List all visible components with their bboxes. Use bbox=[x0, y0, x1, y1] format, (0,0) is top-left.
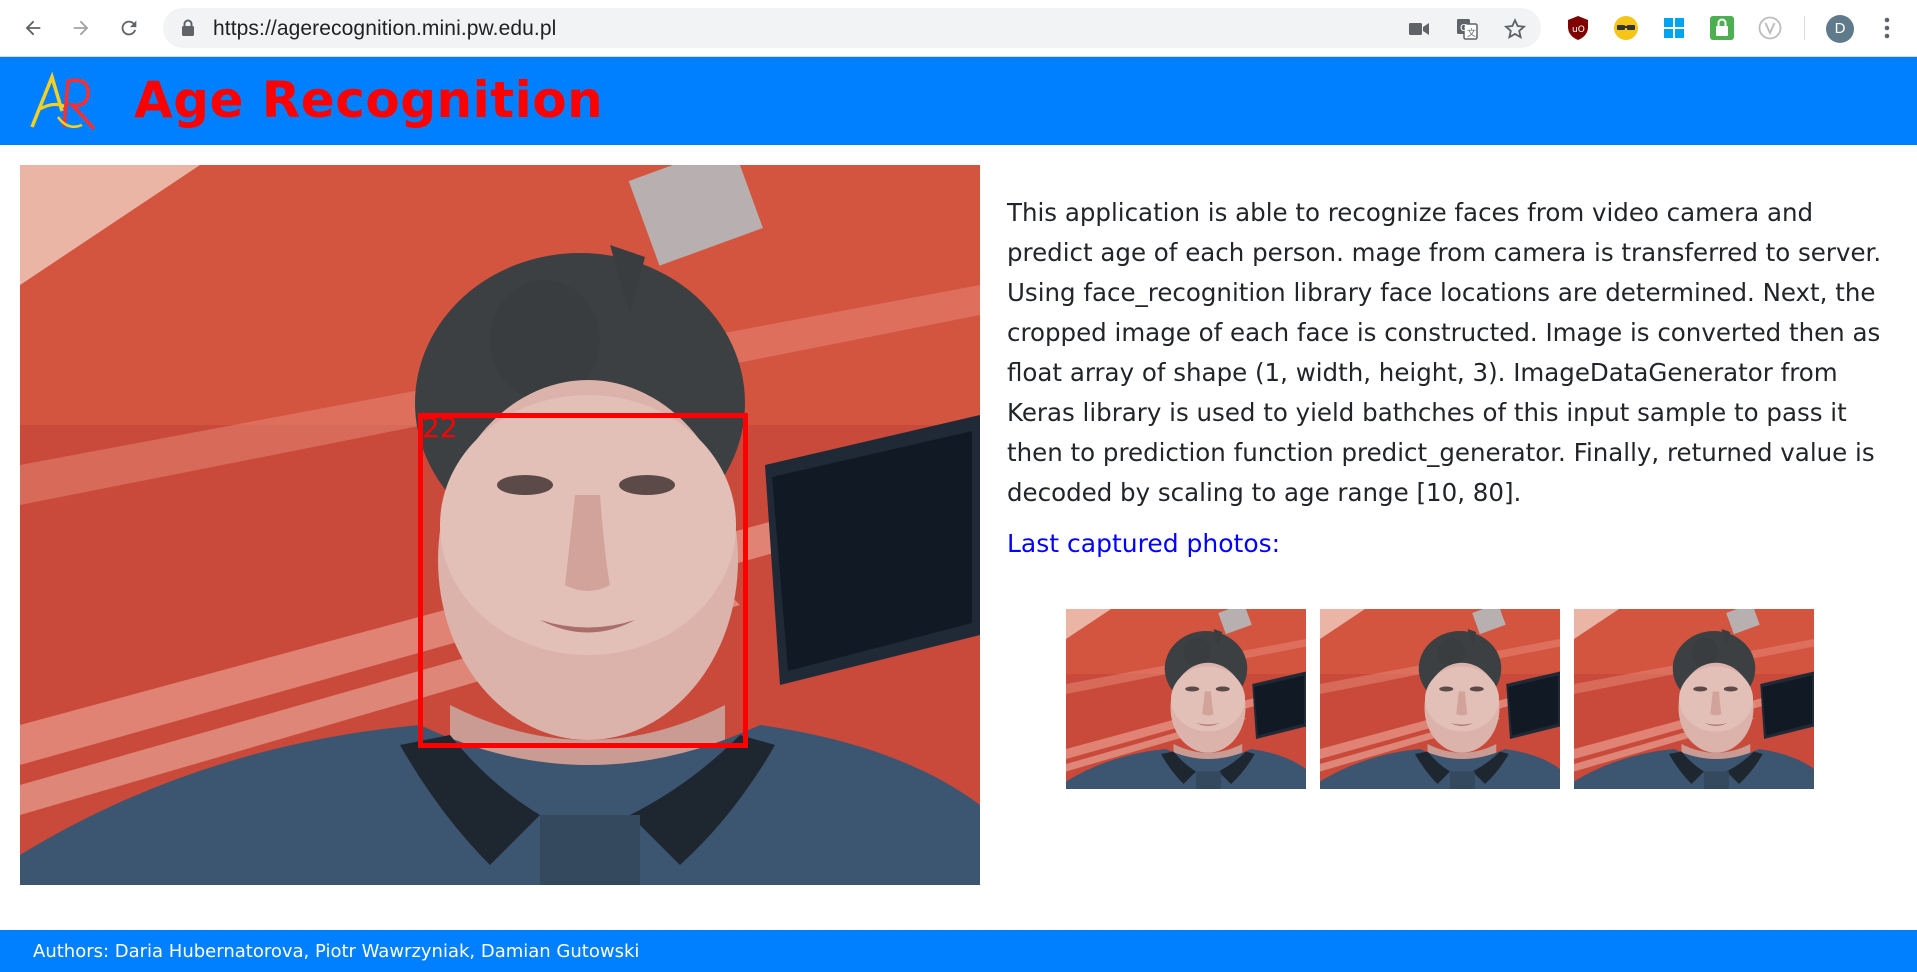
lock-icon[interactable] bbox=[181, 19, 195, 42]
translate-icon[interactable]: G文 bbox=[1455, 17, 1479, 41]
svg-text:文: 文 bbox=[1467, 27, 1476, 39]
menu-dots-icon[interactable] bbox=[1877, 14, 1897, 42]
back-arrow-icon[interactable] bbox=[18, 13, 48, 43]
reload-icon[interactable] bbox=[114, 13, 144, 43]
browser-toolbar: https://agerecognition.mini.pw.edu.pl G文… bbox=[0, 0, 1917, 57]
camera-feed: 22 bbox=[20, 165, 980, 885]
authors-text: Authors: Daria Hubernatorova, Piotr Wawr… bbox=[33, 941, 640, 962]
face-bounding-box bbox=[418, 413, 748, 748]
site-footer: Authors: Daria Hubernatorova, Piotr Wawr… bbox=[0, 930, 1917, 972]
captured-photo-thumbnail[interactable] bbox=[1066, 609, 1306, 789]
windows-extension-icon[interactable] bbox=[1660, 14, 1688, 42]
star-icon[interactable] bbox=[1503, 17, 1527, 41]
site-header: Age Recognition bbox=[0, 57, 1917, 145]
glasses-extension-icon[interactable] bbox=[1612, 14, 1640, 42]
ar-logo[interactable] bbox=[28, 71, 100, 135]
svg-text:uO: uO bbox=[1572, 25, 1585, 35]
v-extension-icon[interactable] bbox=[1756, 14, 1784, 42]
toolbar-divider bbox=[1804, 16, 1805, 40]
url-text[interactable]: https://agerecognition.mini.pw.edu.pl bbox=[213, 17, 556, 41]
camera-icon[interactable] bbox=[1407, 17, 1431, 41]
captured-photo-thumbnail[interactable] bbox=[1320, 609, 1560, 789]
site-title: Age Recognition bbox=[134, 71, 604, 129]
predicted-age-label: 22 bbox=[422, 411, 458, 444]
app-description: This application is able to recognize fa… bbox=[1007, 198, 1882, 507]
ublock-icon[interactable]: uO bbox=[1564, 14, 1592, 42]
captured-photo-thumbnail[interactable] bbox=[1574, 609, 1814, 789]
last-captured-photos-link[interactable]: Last captured photos: bbox=[1007, 529, 1280, 558]
address-bar[interactable]: https://agerecognition.mini.pw.edu.pl G文 bbox=[163, 8, 1541, 48]
forward-arrow-icon[interactable] bbox=[66, 13, 96, 43]
lock-extension-icon[interactable] bbox=[1708, 14, 1736, 42]
profile-avatar[interactable]: D bbox=[1826, 15, 1854, 43]
